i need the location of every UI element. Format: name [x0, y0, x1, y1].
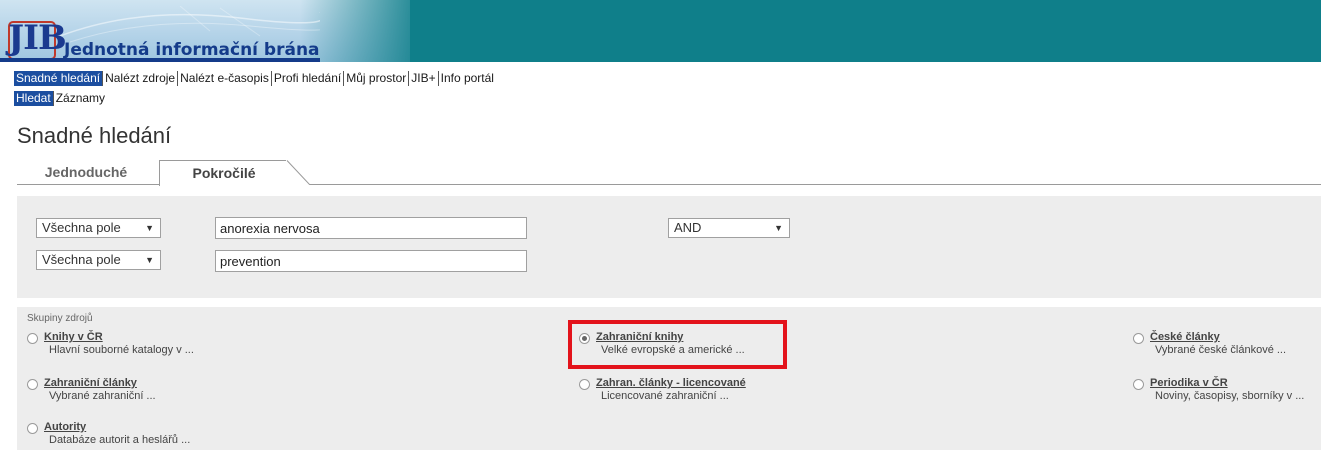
search-term-input-1[interactable] — [215, 217, 527, 239]
nav-info-portal[interactable]: Info portál — [439, 71, 496, 86]
group-description: Databáze autorit a heslářů ... — [49, 434, 191, 446]
group-radio[interactable] — [579, 379, 590, 390]
group-description: Licencované zahraniční ... — [601, 390, 729, 402]
field-select-2[interactable]: Všechna pole ▼ — [36, 250, 161, 270]
nav-nalezt-ecasopis[interactable]: Nalézt e-časopis — [178, 71, 272, 86]
tab-jednoduche[interactable]: Jednoduché — [17, 160, 155, 185]
group-description: Noviny, časopisy, sborníky v ... — [1155, 390, 1305, 402]
group-radio[interactable] — [1133, 379, 1144, 390]
group-description: Vybrané zahraniční ... — [49, 390, 156, 402]
group-title-link[interactable]: Autority — [44, 421, 86, 433]
nav-muj-prostor[interactable]: Můj prostor — [344, 71, 410, 86]
site-title: Jednotná informační brána — [64, 40, 320, 60]
field-select-2-value: Všechna pole — [42, 252, 121, 267]
subnav-zaznamy[interactable]: Záznamy — [54, 91, 107, 106]
group-radio[interactable] — [27, 379, 38, 390]
group-radio[interactable] — [1133, 333, 1144, 344]
group-description: Vybrané české článkové ... — [1155, 344, 1287, 356]
group-title-link[interactable]: Knihy v ČR — [44, 331, 103, 343]
nav-jib-plus[interactable]: JIB+ — [409, 71, 439, 86]
dropdown-arrow-icon: ▼ — [145, 223, 154, 233]
group-title-link[interactable]: Zahran. články - licencované — [596, 377, 746, 389]
subnav-hledat[interactable]: Hledat — [14, 91, 54, 106]
nav-profi-hledani[interactable]: Profi hledání — [272, 71, 345, 86]
operator-select-value: AND — [674, 220, 702, 235]
dropdown-arrow-icon: ▼ — [774, 223, 783, 233]
operator-select[interactable]: AND ▼ — [668, 218, 790, 238]
search-term-input-2[interactable] — [215, 250, 527, 272]
group-title-link[interactable]: Zahraniční články — [44, 377, 137, 389]
group-radio[interactable] — [27, 333, 38, 344]
group-title-link[interactable]: Periodika v ČR — [1150, 377, 1228, 389]
page-title: Snadné hledání — [17, 123, 172, 148]
group-title-link[interactable]: České články — [1150, 331, 1220, 343]
main-navigation: Snadné hledání Nalézt zdroje Nalézt e-časo… — [14, 71, 496, 86]
site-logo[interactable]: JIB — [8, 18, 67, 58]
sub-navigation: Hledat Záznamy — [14, 91, 107, 106]
resource-groups-heading: Skupiny zdrojů — [27, 313, 93, 324]
advanced-search-panel: Všechna pole ▼ AND ▼ Všechna pole ▼ — [17, 196, 1321, 298]
tab-corner-decoration — [286, 160, 310, 185]
nav-snadne-hledani[interactable]: Snadné hledání — [14, 71, 104, 86]
group-description: Hlavní souborné katalogy v ... — [49, 344, 194, 356]
tab-pokrocile[interactable]: Pokročilé — [159, 160, 288, 186]
group-radio[interactable] — [27, 423, 38, 434]
search-mode-tabs: Jednoduché Pokročilé — [17, 160, 1321, 186]
dropdown-arrow-icon: ▼ — [145, 255, 154, 265]
field-select-1[interactable]: Všechna pole ▼ — [36, 218, 161, 238]
field-select-1-value: Všechna pole — [42, 220, 121, 235]
highlight-annotation-box — [568, 320, 787, 369]
header-banner: JIB Jednotná informační brána — [0, 0, 1321, 62]
nav-nalezt-zdroje[interactable]: Nalézt zdroje — [103, 71, 179, 86]
